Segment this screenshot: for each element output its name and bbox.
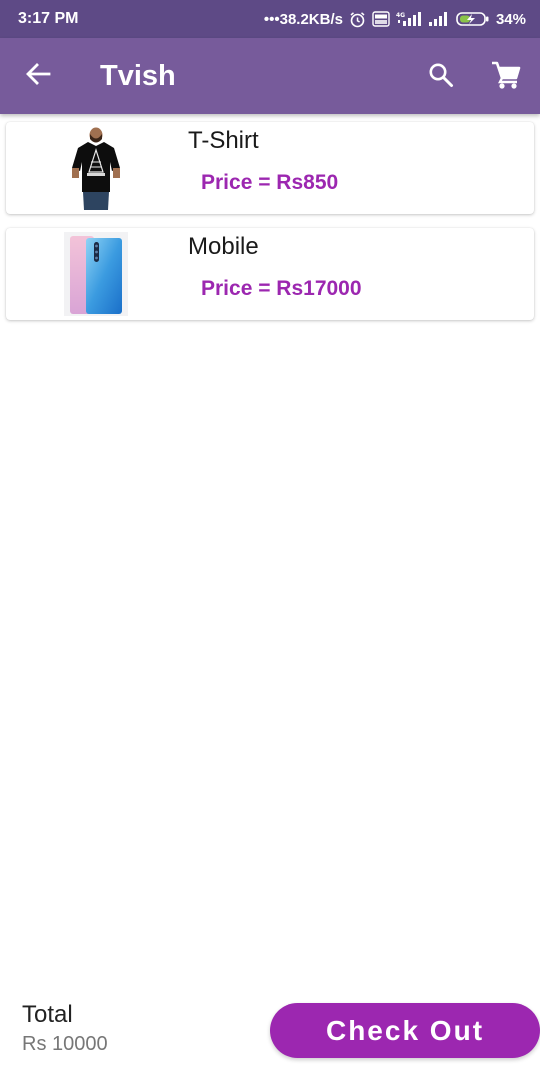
app-bar: Tvish — [0, 38, 540, 114]
search-icon — [428, 62, 454, 93]
mobile-image — [64, 232, 128, 316]
cart-button[interactable] — [488, 60, 524, 94]
checkout-button[interactable]: Check Out — [270, 1003, 540, 1058]
back-button[interactable] — [22, 60, 54, 92]
status-bar: 3:17 PM •••38.2KB/s 4G 34% — [0, 0, 540, 38]
back-arrow-icon — [25, 61, 51, 92]
product-name: T-Shirt — [188, 127, 259, 154]
total-label: Total — [22, 1001, 73, 1028]
volte-icon — [372, 11, 390, 27]
product-card[interactable]: T-Shirt Price = Rs850 — [6, 122, 534, 214]
alarm-icon — [349, 11, 366, 28]
product-price: Price = Rs17000 — [201, 277, 362, 300]
battery-charging-icon — [456, 11, 490, 27]
tshirt-image — [64, 126, 128, 210]
signal-icon — [428, 11, 450, 27]
battery-percent: 34% — [495, 10, 526, 28]
cart-screen: 3:17 PM •••38.2KB/s 4G 34% Tvish T-Shirt… — [0, 0, 540, 1080]
total-value: Rs 10000 — [22, 1033, 108, 1055]
app-title: Tvish — [100, 60, 176, 92]
status-time: 3:17 PM — [18, 10, 79, 27]
product-price: Price = Rs850 — [201, 171, 339, 194]
product-name: Mobile — [188, 233, 259, 260]
network-speed: •••38.2KB/s — [263, 10, 343, 28]
4g-signal-icon: 4G — [396, 11, 422, 27]
status-indicators: •••38.2KB/s 4G 34% — [264, 11, 526, 28]
product-card[interactable]: Mobile Price = Rs17000 — [6, 228, 534, 320]
cart-icon — [491, 60, 521, 95]
svg-text:4G: 4G — [396, 12, 405, 19]
search-button[interactable] — [424, 60, 458, 94]
